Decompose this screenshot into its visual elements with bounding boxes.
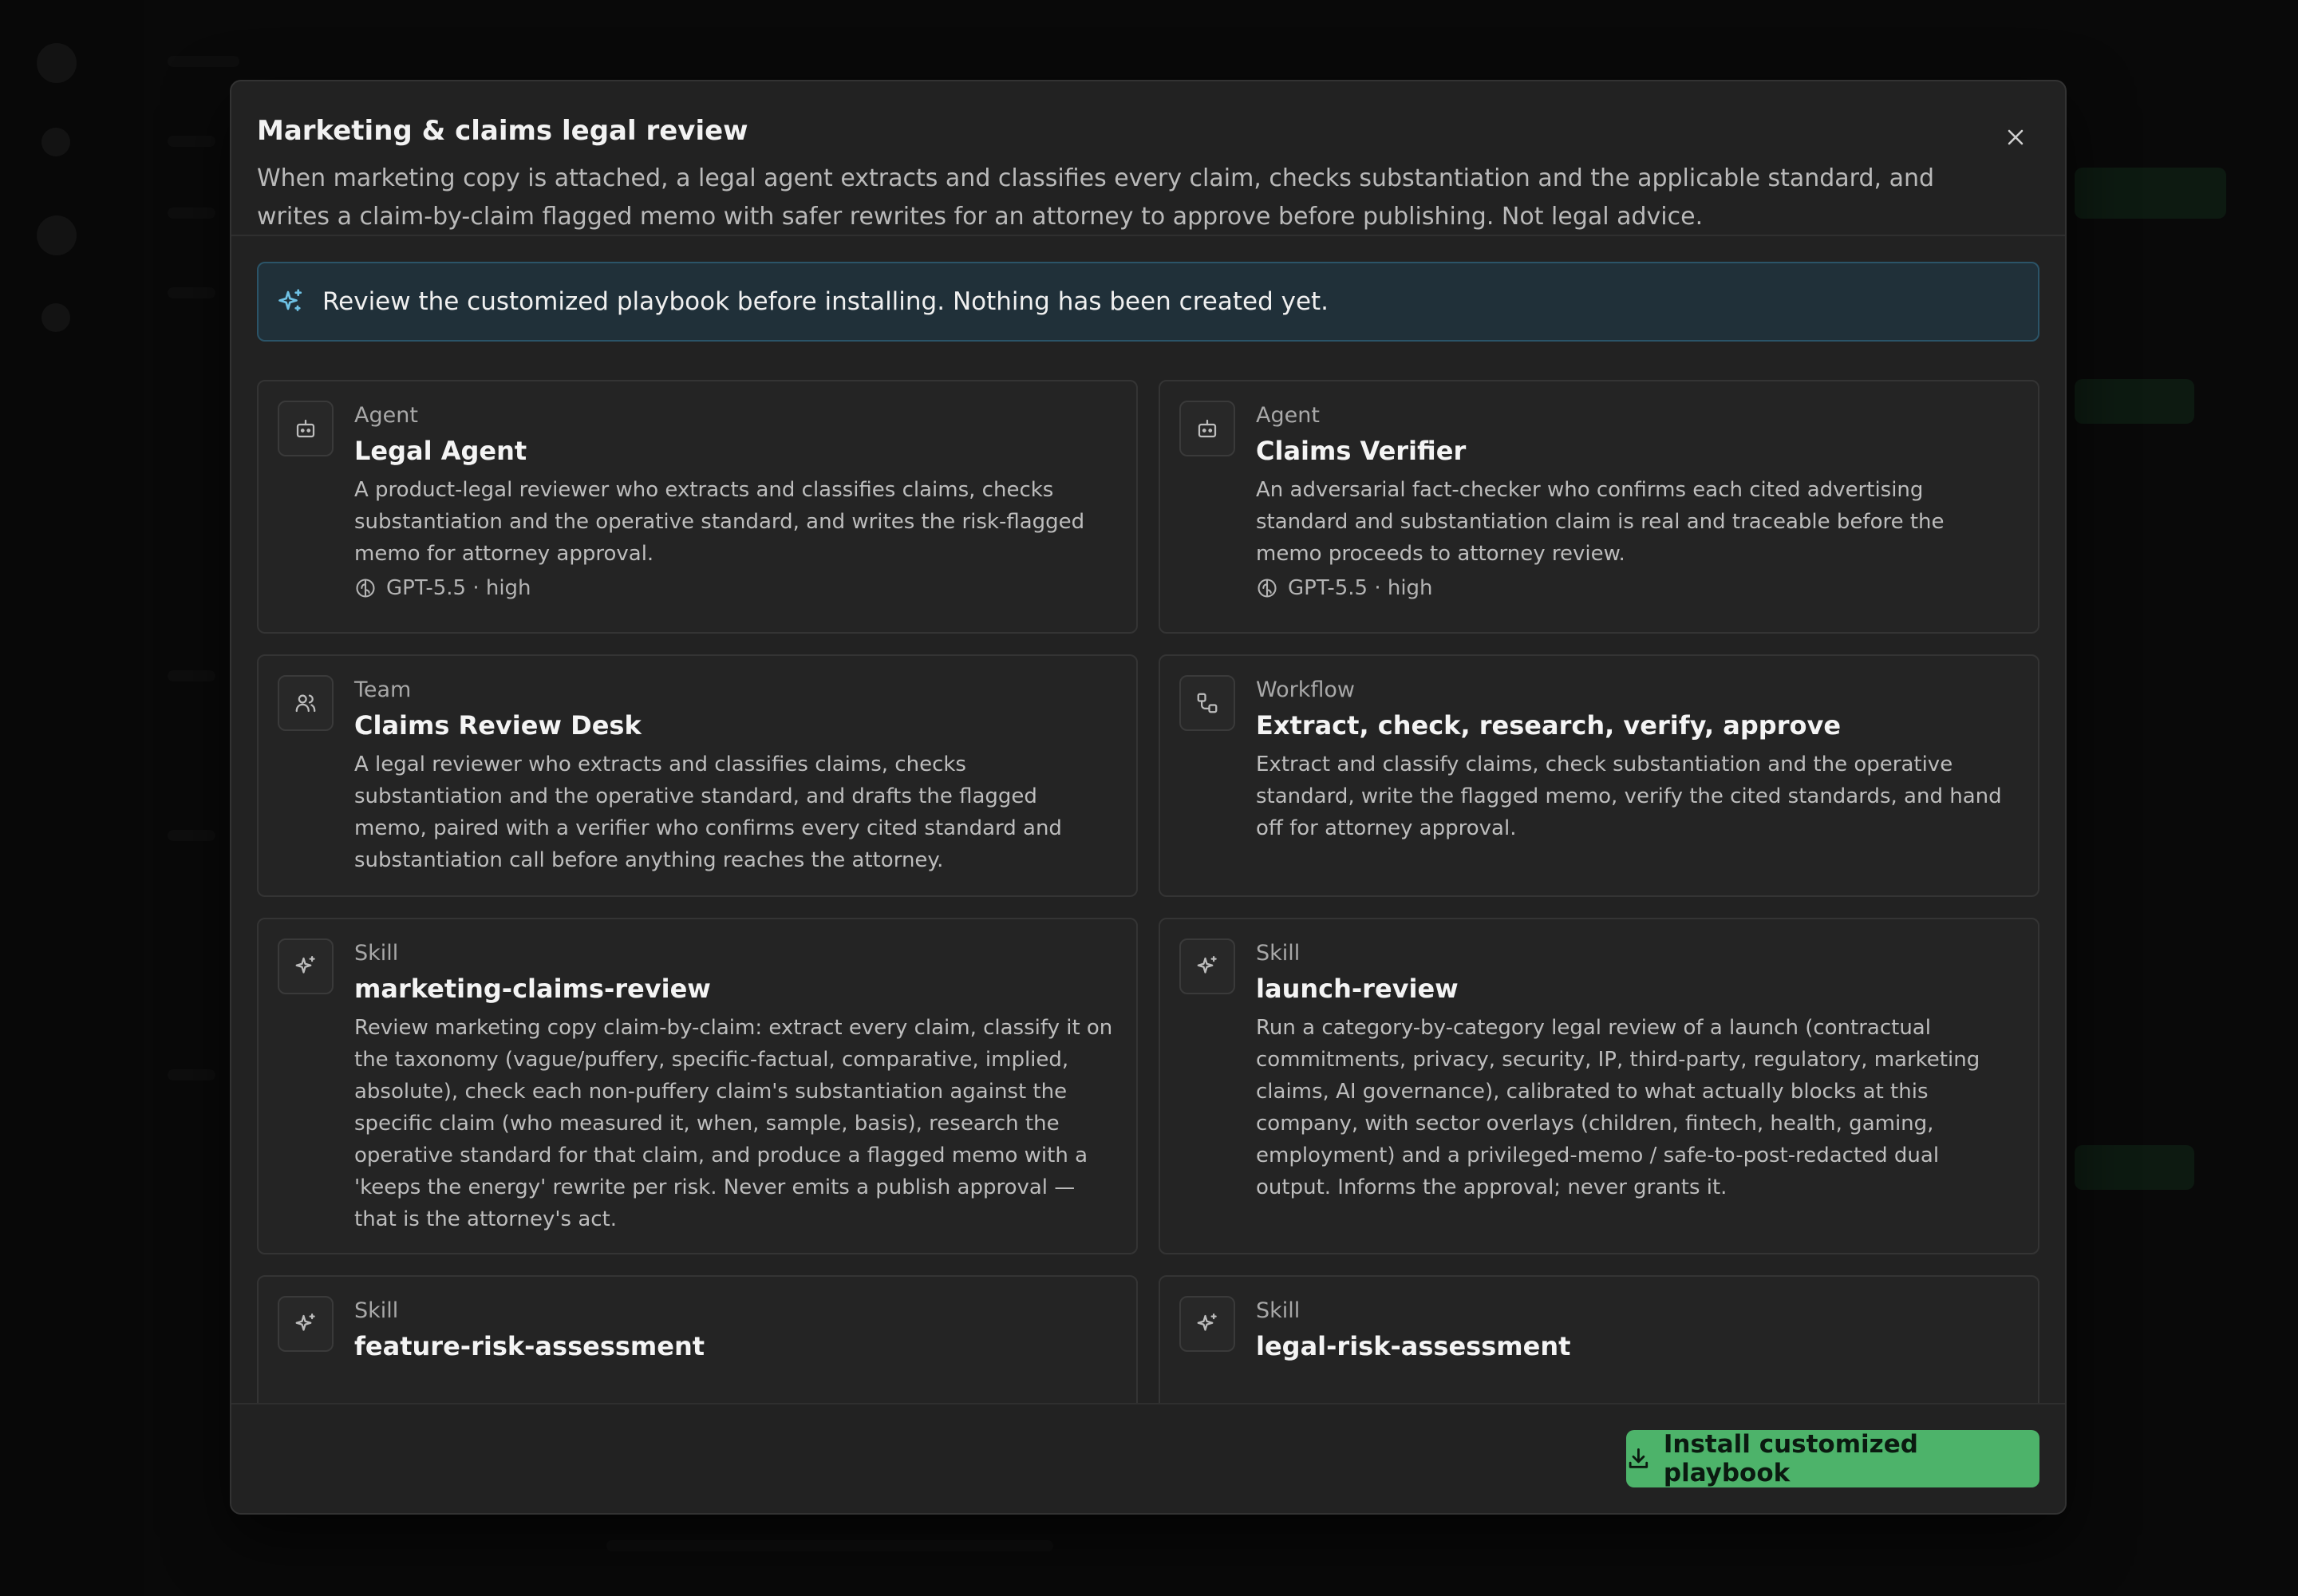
playbook-card-marketing-claims-review[interactable]: Skill marketing-claims-review Review mar… <box>257 918 1138 1254</box>
close-button[interactable] <box>1995 117 2036 158</box>
brain-icon <box>356 579 375 598</box>
model-label: GPT-5.5 · high <box>386 576 531 600</box>
card-icon-container <box>278 1296 334 1352</box>
playbook-items-grid: Agent Legal Agent A product-legal review… <box>257 380 2039 1403</box>
close-icon <box>2008 129 2024 145</box>
card-description: A product-legal reviewer who extracts an… <box>354 478 1085 566</box>
model-label: GPT-5.5 · high <box>1288 576 1433 600</box>
review-notice: Review the customized playbook before in… <box>257 262 2039 342</box>
sparkle-icon <box>295 1314 315 1331</box>
card-icon-container <box>1179 1296 1235 1352</box>
playbook-card-feature-risk-assessment[interactable]: Skill feature-risk-assessment <box>257 1275 1138 1403</box>
workflow-icon <box>1197 693 1218 713</box>
model-meta: GPT-5.5 · high <box>1256 576 2016 600</box>
users-icon <box>295 694 316 713</box>
sparkle-icon <box>278 289 302 311</box>
playbook-card-workflow[interactable]: Workflow Extract, check, research, verif… <box>1159 654 2039 897</box>
modal-title: Marketing & claims legal review <box>257 115 748 147</box>
card-icon-container <box>1179 675 1235 731</box>
card-name: feature-risk-assessment <box>354 1331 705 1361</box>
card-type: Skill <box>1256 941 1301 966</box>
download-icon <box>1629 1448 1648 1468</box>
card-description: A legal reviewer who extracts and classi… <box>354 753 1062 872</box>
card-name: launch-review <box>1256 974 1459 1004</box>
card-type: Skill <box>354 941 399 966</box>
card-type: Agent <box>1256 403 1320 428</box>
sparkle-icon <box>1197 1314 1217 1331</box>
install-playbook-button[interactable]: Install customized playbook <box>1626 1430 2039 1487</box>
card-name: Claims Review Desk <box>354 710 642 741</box>
card-type: Skill <box>354 1298 399 1323</box>
card-name: marketing-claims-review <box>354 974 711 1004</box>
playbook-card-launch-review[interactable]: Skill launch-review Run a category-by-ca… <box>1159 918 2039 1254</box>
model-meta: GPT-5.5 · high <box>354 576 1114 600</box>
card-icon-container <box>1179 938 1235 994</box>
playbook-card-legal-agent[interactable]: Agent Legal Agent A product-legal review… <box>257 380 1138 634</box>
playbook-card-claims-review-desk[interactable]: Team Claims Review Desk A legal reviewer… <box>257 654 1138 897</box>
card-name: Claims Verifier <box>1256 436 1467 466</box>
card-description: Extract and classify claims, check subst… <box>1256 753 2002 840</box>
modal-footer: Install customized playbook <box>231 1403 2065 1513</box>
card-icon-container <box>278 938 334 994</box>
card-description: Run a category-by-category legal review … <box>1256 1016 1980 1199</box>
modal-body[interactable]: Review the customized playbook before in… <box>231 236 2065 1403</box>
card-name: Legal Agent <box>354 436 527 466</box>
brain-icon <box>1258 579 1277 598</box>
card-icon-container <box>1179 401 1235 456</box>
card-description: Review marketing copy claim-by-claim: ex… <box>354 1016 1113 1231</box>
sparkle-icon <box>1197 956 1217 974</box>
card-name: legal-risk-assessment <box>1256 1331 1571 1361</box>
sparkle-icon <box>295 956 315 974</box>
playbook-card-legal-risk-assessment[interactable]: Skill legal-risk-assessment <box>1159 1275 2039 1403</box>
modal-header: Marketing & claims legal review When mar… <box>231 81 2065 236</box>
playbook-card-claims-verifier[interactable]: Agent Claims Verifier An adversarial fac… <box>1159 380 2039 634</box>
install-button-label: Install customized playbook <box>1663 1430 1918 1487</box>
notice-text: Review the customized playbook before in… <box>322 287 1329 316</box>
card-type: Agent <box>354 403 418 428</box>
card-type: Skill <box>1256 1298 1301 1323</box>
card-description: An adversarial fact-checker who confirms… <box>1256 478 1945 566</box>
card-type: Workflow <box>1256 678 1355 702</box>
robot-icon <box>1198 419 1217 438</box>
playbook-modal: Marketing & claims legal review When mar… <box>230 80 2067 1515</box>
robot-icon <box>296 419 315 438</box>
card-name: Extract, check, research, verify, approv… <box>1256 710 1842 741</box>
modal-description: When marketing copy is attached, a legal… <box>257 164 1935 231</box>
card-type: Team <box>354 678 412 702</box>
card-icon-container <box>278 401 334 456</box>
card-icon-container <box>278 675 334 731</box>
